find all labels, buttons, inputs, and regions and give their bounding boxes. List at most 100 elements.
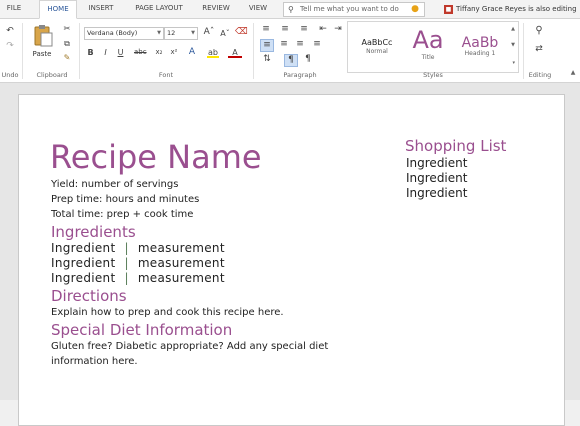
paste-label: Paste [32,50,52,58]
undo-icon[interactable]: ↶ [4,26,16,37]
redo-icon[interactable]: ↷ [4,41,16,52]
document-page[interactable]: Recipe Name Yield: number of servings Pr… [18,94,565,426]
shopping-list-item[interactable]: Ingredient [406,156,467,170]
multilevel-list-icon[interactable]: ≡ [298,24,310,35]
decrease-indent-icon[interactable]: ⇤ [318,24,328,35]
style-title[interactable]: Aa Title [406,26,450,72]
style-heading-1[interactable]: AaBb Heading 1 [454,26,506,72]
font-size-dropdown[interactable]: 12 ▼ [164,27,198,40]
clipboard-icon [34,25,53,47]
ingredient-measurement: measurement [137,271,225,285]
tell-me-search[interactable]: ⚲ Tell me what you want to do ● [283,2,425,17]
ribbon-home: ↶ ↷ Undo Paste ✂ ⧉ ✎ Clipboard Verdana (… [0,19,580,83]
ingredient-name: Ingredient [51,241,116,255]
tab-file[interactable]: FILE [2,0,26,17]
style-normal-sample: AaBbCc [361,38,393,47]
ingredient-separator: | [124,241,129,255]
special-diet-heading[interactable]: Special Diet Information [51,322,232,339]
strikethrough-icon[interactable]: abc [134,47,147,58]
cut-icon[interactable]: ✂ [62,23,72,34]
tab-insert[interactable]: INSERT [82,0,120,17]
shopping-list-heading[interactable]: Shopping List [405,138,506,155]
chevron-down-icon[interactable]: ▼ [511,42,515,48]
font-color-icon[interactable]: A [228,47,242,58]
directions-heading[interactable]: Directions [51,288,127,305]
ingredient-measurement: measurement [137,241,225,255]
yield-line[interactable]: Yield: number of servings [51,179,178,191]
tab-view[interactable]: VIEW [243,0,273,17]
ingredient-separator: | [124,256,129,270]
align-right-icon[interactable]: ≡ [294,39,306,50]
recipe-title[interactable]: Recipe Name [50,139,262,175]
tell-me-placeholder: Tell me what you want to do [300,5,399,13]
style-title-sample: Aa [412,26,444,54]
italic-icon[interactable]: I [101,47,110,58]
ingredient-row[interactable]: Ingredient | measurement [51,256,225,270]
directions-text[interactable]: Explain how to prep and cook this recipe… [51,307,284,319]
more-styles-icon[interactable]: ▾ [512,60,515,66]
ingredient-row[interactable]: Ingredient | measurement [51,271,225,285]
group-label-font: Font [158,71,174,79]
coauthor-status[interactable]: ■ Tiffany Grace Reyes is also editing [444,0,577,18]
increase-indent-icon[interactable]: ⇥ [333,24,343,35]
special-diet-text[interactable]: information here. [51,356,138,368]
underline-icon[interactable]: U [116,47,125,58]
ingredients-heading[interactable]: Ingredients [51,224,136,241]
ingredient-row[interactable]: Ingredient | measurement [51,241,225,255]
copy-icon[interactable]: ⧉ [62,38,72,49]
coauthor-text: Tiffany Grace Reyes is also editing [456,5,577,13]
line-spacing-icon[interactable]: ⇅ [260,54,274,65]
ingredient-measurement: measurement [137,256,225,270]
rtl-text-icon[interactable]: ¶ [302,54,314,65]
chevron-up-icon[interactable]: ▲ [511,26,515,32]
find-icon[interactable]: ⚲ [532,25,546,36]
total-time-line[interactable]: Total time: prep + cook time [51,209,193,221]
bold-icon[interactable]: B [86,47,95,58]
subscript-icon[interactable]: x₂ [153,47,165,58]
text-effects-icon[interactable]: A [186,47,198,58]
chevron-down-icon: ▼ [191,30,195,36]
prep-time-line[interactable]: Prep time: hours and minutes [51,194,199,206]
grow-font-icon[interactable]: Aˆ [203,27,215,38]
superscript-icon[interactable]: x² [168,47,180,58]
align-left-icon[interactable]: ≡ [260,39,274,52]
tab-page-layout[interactable]: PAGE LAYOUT [128,0,190,17]
font-name-value: Verdana (Body) [87,29,138,37]
style-title-name: Title [421,54,435,61]
font-size-value: 12 [167,29,176,37]
clear-formatting-icon[interactable]: ⌫ [235,27,248,38]
replace-icon[interactable]: ⇄ [532,44,546,55]
collapse-ribbon-icon[interactable]: ▲ [568,67,578,78]
font-name-dropdown[interactable]: Verdana (Body) ▼ [84,27,164,40]
ingredient-separator: | [124,271,129,285]
align-center-icon[interactable]: ≡ [278,39,290,50]
style-normal[interactable]: AaBbCc Normal [352,26,402,72]
format-painter-icon[interactable]: ✎ [62,52,72,63]
highlight-icon[interactable]: ab [207,47,219,58]
group-label-undo: Undo [1,71,19,79]
document-area[interactable]: Recipe Name Yield: number of servings Pr… [0,83,580,426]
shopping-list-item[interactable]: Ingredient [406,171,467,185]
chevron-down-icon: ▼ [157,30,161,36]
justify-icon[interactable]: ≡ [311,39,323,50]
bullets-icon[interactable]: ≡ [260,24,272,35]
shopping-list-item[interactable]: Ingredient [406,186,467,200]
lightbulb-icon: ● [411,4,419,14]
search-icon: ⚲ [288,5,294,14]
shrink-font-icon[interactable]: Aˇ [219,28,231,39]
ingredient-name: Ingredient [51,271,116,285]
numbering-icon[interactable]: ≡ [279,24,291,35]
styles-gallery: AaBbCc Normal Aa Title AaBb Heading 1 ▲ … [347,21,519,73]
ingredient-name: Ingredient [51,256,116,270]
group-divider [22,23,23,79]
tab-review[interactable]: REVIEW [196,0,236,17]
tab-home[interactable]: HOME [39,0,77,19]
paste-button[interactable]: Paste [30,22,54,62]
group-label-paragraph: Paragraph [283,71,317,79]
ribbon-tab-bar: FILE HOME INSERT PAGE LAYOUT REVIEW VIEW… [0,0,580,19]
group-label-clipboard: Clipboard [36,71,68,79]
group-label-styles: Styles [423,71,443,79]
special-diet-text[interactable]: Gluten free? Diabetic appropriate? Add a… [51,341,328,353]
style-normal-name: Normal [366,48,388,55]
ltr-text-icon[interactable]: ¶ [284,54,298,67]
